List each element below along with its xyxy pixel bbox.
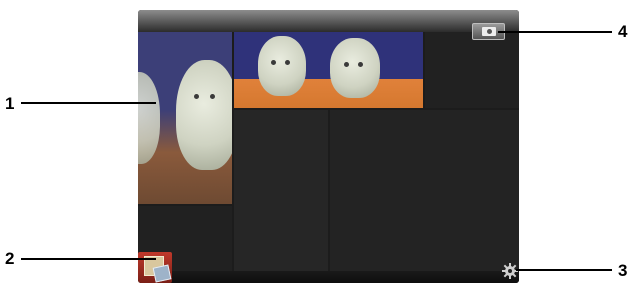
- owl-figure: [330, 38, 380, 98]
- empty-grid-cell: [330, 110, 519, 271]
- photo-thumbnail[interactable]: [138, 32, 232, 204]
- owl-figure: [176, 60, 232, 170]
- gear-icon[interactable]: [502, 263, 518, 279]
- callout-line: [498, 31, 612, 33]
- callout-number: 1: [5, 94, 15, 113]
- device-screen: [138, 10, 519, 283]
- owl-figure: [138, 72, 160, 164]
- callout-number: 2: [5, 249, 15, 268]
- owl-figure: [258, 36, 306, 96]
- bottom-bar: [138, 271, 519, 283]
- callout-line: [516, 269, 612, 271]
- photo-gallery-icon[interactable]: [138, 252, 172, 283]
- empty-grid-cell: [234, 110, 328, 271]
- callout-line: [21, 102, 156, 104]
- callout-number: 4: [618, 22, 628, 41]
- empty-grid-cell: [425, 32, 519, 108]
- callout-number: 3: [618, 261, 628, 280]
- callout-line: [21, 258, 156, 260]
- photo-thumbnail[interactable]: [234, 32, 423, 108]
- top-bar: [138, 10, 519, 32]
